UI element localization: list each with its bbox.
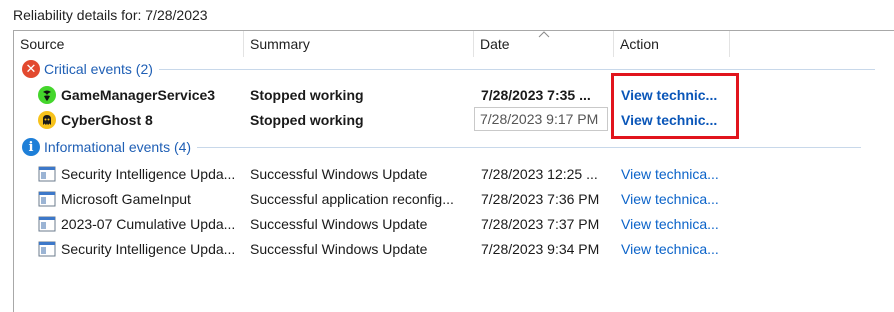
- column-header-source-label: Source: [20, 36, 65, 52]
- table-row[interactable]: Security Intelligence Upda... Successful…: [14, 237, 894, 261]
- group-header-informational[interactable]: i Informational events (4): [22, 137, 862, 157]
- application-window-icon: [38, 191, 56, 207]
- group-label-informational: Informational events (4): [44, 139, 192, 155]
- source-cell: Microsoft GameInput: [61, 191, 191, 207]
- column-header-action[interactable]: Action: [614, 31, 730, 57]
- column-header-summary-label: Summary: [250, 36, 310, 52]
- view-technical-details-link[interactable]: View technica...: [621, 212, 733, 236]
- razer-logo-icon: [38, 86, 56, 104]
- summary-cell: Successful Windows Update: [250, 166, 428, 182]
- date-cell: 7/28/2023 9:34 PM: [481, 241, 600, 257]
- ghost-icon: [38, 111, 56, 129]
- sort-ascending-icon: [538, 31, 550, 38]
- summary-cell: Successful Windows Update: [250, 216, 428, 232]
- table-row[interactable]: 2023-07 Cumulative Upda... Successful Wi…: [14, 212, 894, 236]
- source-cell: Security Intelligence Upda...: [61, 241, 236, 257]
- table-row[interactable]: Microsoft GameInput Successful applicati…: [14, 187, 894, 211]
- column-header-action-label: Action: [620, 36, 659, 52]
- error-icon: ✕: [22, 60, 40, 78]
- date-cell-focused: 7/28/2023 9:17 PM: [474, 107, 608, 131]
- info-icon: i: [22, 138, 40, 156]
- source-cell: 2023-07 Cumulative Upda...: [61, 216, 236, 232]
- events-table: Source Summary Date Action ✕ Critical ev…: [13, 30, 894, 312]
- group-header-critical[interactable]: ✕ Critical events (2): [22, 59, 875, 79]
- summary-cell: Stopped working: [250, 87, 364, 103]
- date-cell: 7/28/2023 7:36 PM: [481, 191, 600, 207]
- application-window-icon: [38, 241, 56, 257]
- application-window-icon: [38, 216, 56, 232]
- page-title: Reliability details for: 7/28/2023: [13, 7, 208, 23]
- date-cell: 7/28/2023 7:37 PM: [481, 216, 600, 232]
- view-technical-details-link[interactable]: View technica...: [621, 162, 733, 186]
- highlight-annotation-box: [611, 73, 739, 139]
- group-divider: [197, 146, 862, 148]
- summary-cell: Successful Windows Update: [250, 241, 428, 257]
- table-row[interactable]: Security Intelligence Upda... Successful…: [14, 162, 894, 186]
- table-row[interactable]: CyberGhost 8 Stopped working View techni…: [14, 108, 894, 132]
- group-label-critical: Critical events (2): [44, 61, 153, 77]
- view-technical-details-link[interactable]: View technica...: [621, 237, 733, 261]
- table-row[interactable]: GameManagerService3 Stopped working 7/28…: [14, 83, 894, 107]
- application-window-icon: [38, 166, 56, 182]
- summary-cell: Stopped working: [250, 112, 364, 128]
- source-cell: CyberGhost 8: [61, 112, 153, 128]
- source-cell: Security Intelligence Upda...: [61, 166, 236, 182]
- column-header-source[interactable]: Source: [14, 31, 244, 57]
- summary-cell: Successful application reconfig...: [250, 191, 454, 207]
- column-header-summary[interactable]: Summary: [244, 31, 474, 57]
- date-cell: 7/28/2023 7:35 ...: [481, 87, 591, 103]
- group-divider: [158, 68, 875, 70]
- date-cell: 7/28/2023 9:17 PM: [480, 111, 599, 127]
- column-header-date-label: Date: [480, 36, 510, 52]
- view-technical-details-link[interactable]: View technica...: [621, 187, 733, 211]
- source-cell: GameManagerService3: [61, 87, 216, 103]
- date-cell: 7/28/2023 12:25 ...: [481, 166, 598, 182]
